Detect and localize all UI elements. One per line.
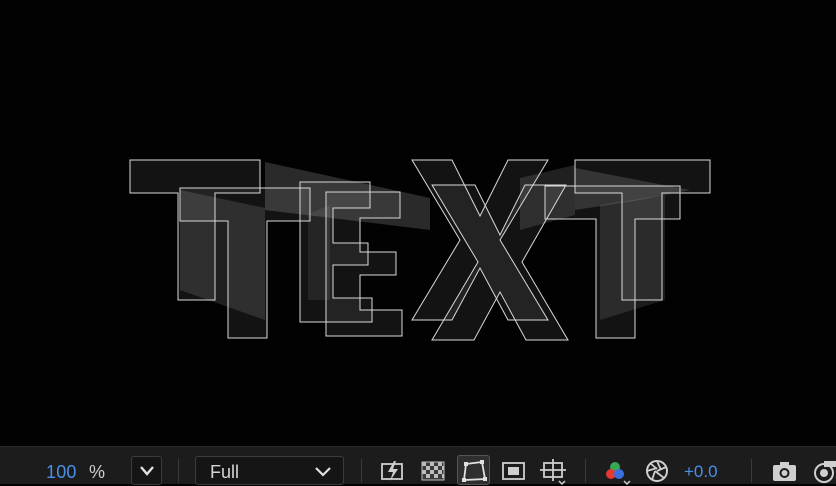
grid-guides-icon[interactable] [539, 457, 567, 485]
toolbar-divider [751, 459, 752, 483]
zoom-dropdown-button[interactable] [131, 456, 162, 485]
fast-previews-icon[interactable] [379, 457, 407, 485]
show-channel-icon[interactable] [604, 457, 632, 485]
toolbar-divider [585, 459, 586, 483]
zoom-value[interactable]: 100 [46, 462, 77, 483]
chevron-down-icon [140, 466, 154, 476]
show-snapshot-icon[interactable] [810, 457, 836, 485]
zoom-unit: % [89, 462, 106, 482]
toolbar-divider [361, 459, 362, 483]
composition-viewer[interactable] [0, 0, 836, 446]
mask-path-visibility-icon[interactable] [457, 455, 490, 485]
resolution-value: Full [210, 462, 240, 482]
chevron-down-icon [315, 467, 331, 477]
viewer-toolbar: 100 % Full +0.0 [0, 446, 836, 485]
transparency-grid-icon[interactable] [419, 457, 447, 485]
resolution-select[interactable]: Full [195, 456, 344, 485]
reset-exposure-icon[interactable] [644, 457, 672, 485]
region-of-interest-icon[interactable] [500, 457, 528, 485]
3d-text-wireframe [129, 159, 711, 341]
snapshot-camera-icon[interactable] [771, 457, 799, 485]
exposure-value[interactable]: +0.0 [684, 462, 718, 482]
toolbar-divider [178, 459, 179, 483]
